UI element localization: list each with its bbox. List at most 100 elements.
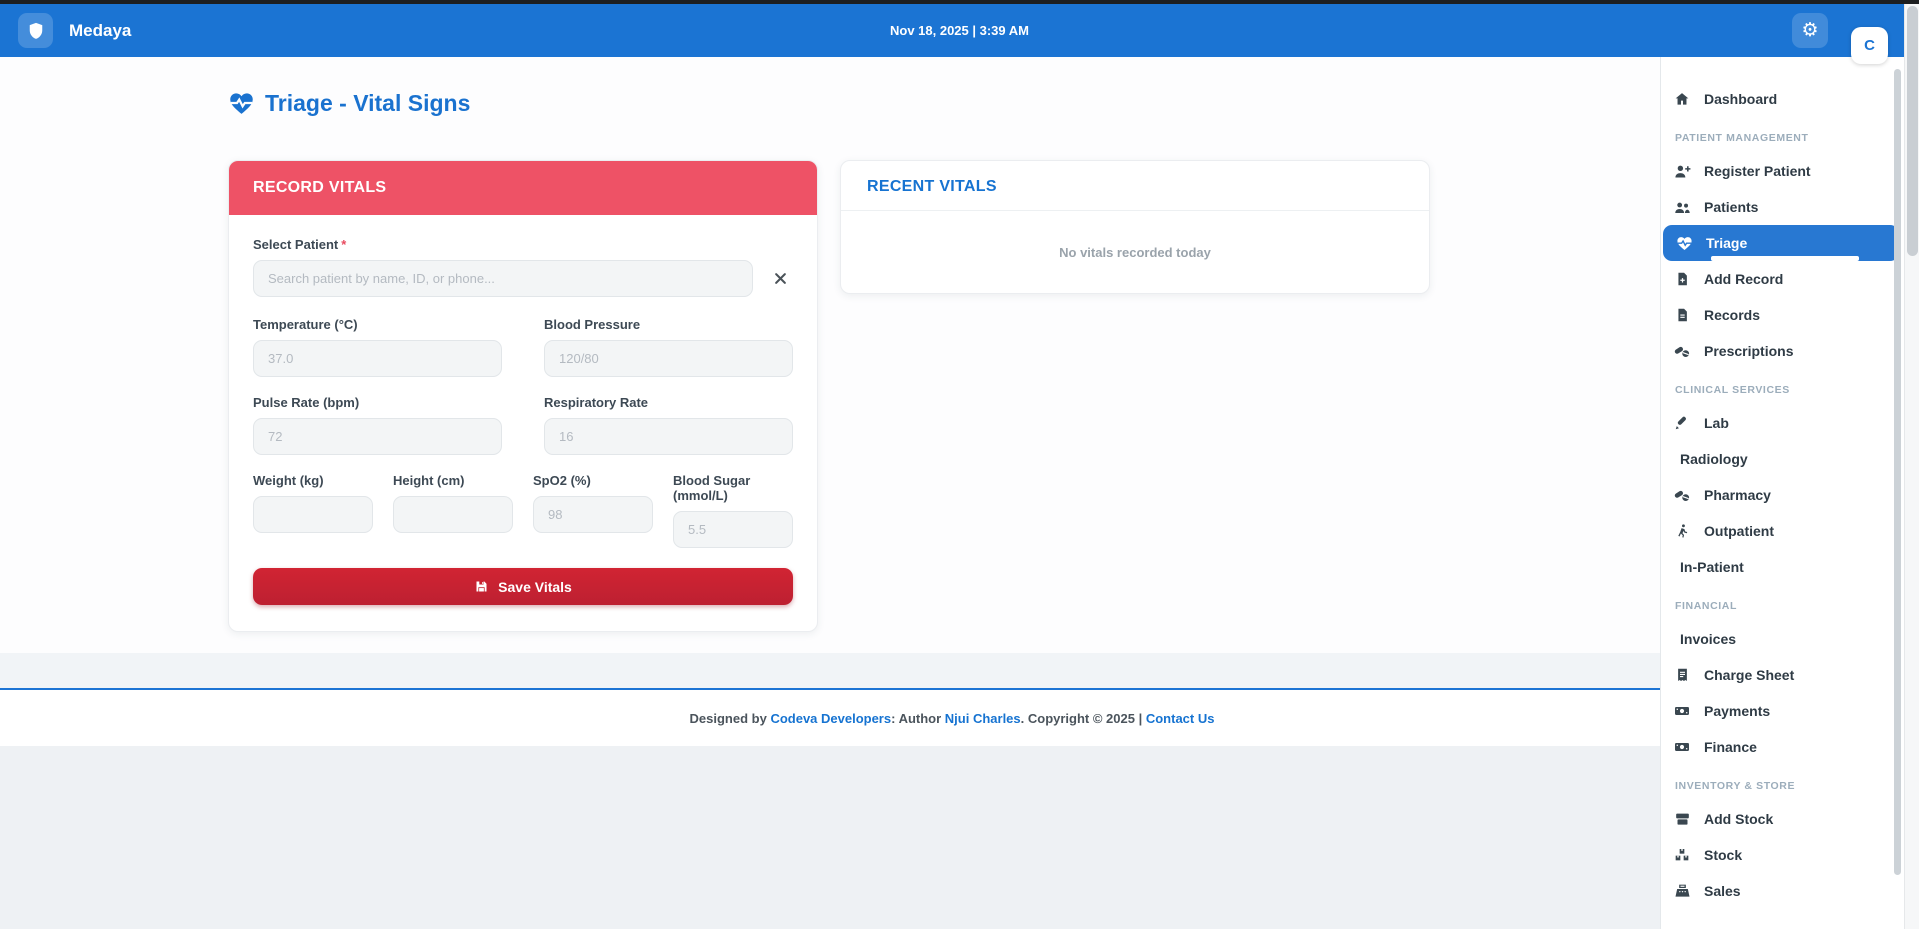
sidebar-item-records[interactable]: Records — [1661, 297, 1904, 333]
sidebar-item-in-patient[interactable]: In-Patient — [1661, 549, 1904, 585]
blood-pressure-label: Blood Pressure — [544, 317, 793, 332]
sidebar-section-inventory-store: INVENTORY & STORE — [1661, 765, 1904, 801]
sidebar-section-financial: FINANCIAL — [1661, 585, 1904, 621]
weight-input[interactable] — [253, 496, 373, 533]
height-label: Height (cm) — [393, 473, 513, 488]
sidebar-item-add-record[interactable]: Add Record — [1661, 261, 1904, 297]
pulse-rate-label: Pulse Rate (bpm) — [253, 395, 502, 410]
weight-label: Weight (kg) — [253, 473, 373, 488]
footer: Designed by Codeva Developers: Author Nj… — [0, 690, 1904, 746]
temperature-field: Temperature (°C) — [253, 317, 502, 377]
sidebar-item-prescriptions[interactable]: Prescriptions — [1661, 333, 1904, 369]
record-vitals-card: RECORD VITALS Select Patient* Temperatur… — [228, 160, 818, 632]
box-icon — [1673, 811, 1691, 827]
sidebar-item-patients[interactable]: Patients — [1661, 189, 1904, 225]
sidebar-item-radiology[interactable]: Radiology — [1661, 441, 1904, 477]
record-vitals-header: RECORD VITALS — [229, 161, 817, 215]
recent-vitals-header: RECENT VITALS — [841, 161, 1429, 211]
sidebar-item-add-stock[interactable]: Add Stock — [1661, 801, 1904, 837]
sidebar-item-register-patient[interactable]: Register Patient — [1661, 153, 1904, 189]
vitals-row-2: Pulse Rate (bpm) Respiratory Rate — [253, 395, 793, 455]
sidebar-item-invoices[interactable]: Invoices — [1661, 621, 1904, 657]
sidebar-item-triage[interactable]: Triage — [1663, 225, 1899, 261]
save-icon — [474, 579, 489, 594]
contact-us-link[interactable]: Contact Us — [1146, 711, 1215, 726]
top-strip — [0, 0, 1919, 4]
required-asterisk: * — [341, 237, 346, 252]
blood-sugar-input[interactable] — [673, 511, 793, 548]
patient-search-row — [253, 260, 793, 297]
page-scrollbar-thumb[interactable] — [1907, 6, 1918, 256]
sidebar-item-payments[interactable]: Payments — [1661, 693, 1904, 729]
sidebar-section-patient-management: PATIENT MANAGEMENT — [1661, 117, 1904, 153]
blood-pressure-field: Blood Pressure — [544, 317, 793, 377]
sidebar-item-charge-sheet[interactable]: Charge Sheet — [1661, 657, 1904, 693]
gear-icon: ⚙ — [1801, 21, 1818, 40]
height-field: Height (cm) — [393, 473, 513, 548]
pills-icon — [1673, 487, 1691, 504]
respiratory-rate-input[interactable] — [544, 418, 793, 455]
user-plus-icon — [1673, 163, 1691, 180]
save-vitals-button[interactable]: Save Vitals — [253, 568, 793, 605]
sidebar-section-clinical-services: CLINICAL SERVICES — [1661, 369, 1904, 405]
select-patient-label: Select Patient* — [253, 237, 793, 252]
money-bill-icon — [1673, 703, 1691, 719]
file-plus-icon — [1673, 271, 1691, 287]
sidebar: Dashboard PATIENT MANAGEMENT Register Pa… — [1660, 57, 1904, 929]
heart-pulse-icon — [1675, 235, 1693, 252]
spo2-input[interactable] — [533, 496, 653, 533]
page-scrollbar[interactable] — [1904, 4, 1919, 929]
record-vitals-form: Select Patient* Temperature (°C) Blood P… — [229, 215, 817, 631]
spo2-field: SpO2 (%) — [533, 473, 653, 548]
footer-mid2: . Copyright © 2025 | — [1021, 711, 1146, 726]
pulse-rate-input[interactable] — [253, 418, 502, 455]
sidebar-item-lab[interactable]: Lab — [1661, 405, 1904, 441]
author-link[interactable]: Njui Charles — [945, 711, 1021, 726]
temperature-input[interactable] — [253, 340, 502, 377]
cubes-icon — [1673, 847, 1691, 863]
settings-button[interactable]: ⚙ — [1792, 13, 1828, 48]
recent-vitals-card: RECENT VITALS No vitals recorded today — [840, 160, 1430, 294]
footer-prefix: Designed by — [690, 711, 771, 726]
sidebar-item-stock[interactable]: Stock — [1661, 837, 1904, 873]
footer-mid1: : Author — [891, 711, 945, 726]
cash-register-icon — [1673, 883, 1691, 899]
topbar: Medaya Nov 18, 2025 | 3:39 AM ⚙ — [0, 4, 1919, 57]
app-title: Medaya — [69, 21, 131, 41]
brand-home-link[interactable]: Medaya — [18, 13, 131, 48]
sidebar-scrollbar-thumb[interactable] — [1894, 69, 1901, 875]
page-title-text: Triage - Vital Signs — [265, 90, 470, 117]
users-icon — [1673, 199, 1691, 216]
temperature-label: Temperature (°C) — [253, 317, 502, 332]
vial-icon — [1673, 415, 1691, 431]
close-icon — [773, 271, 788, 286]
footer-credits: Designed by Codeva Developers: Author Nj… — [690, 711, 1215, 726]
codeva-developers-link[interactable]: Codeva Developers — [770, 711, 891, 726]
blood-pressure-input[interactable] — [544, 340, 793, 377]
sidebar-item-pharmacy[interactable]: Pharmacy — [1661, 477, 1904, 513]
blood-sugar-label: Blood Sugar (mmol/L) — [673, 473, 793, 503]
sidebar-item-dashboard[interactable]: Dashboard — [1661, 81, 1904, 117]
shield-logo-icon — [18, 13, 53, 48]
vitals-row-1: Temperature (°C) Blood Pressure — [253, 317, 793, 377]
clear-search-button[interactable] — [769, 268, 791, 290]
recent-vitals-empty-state: No vitals recorded today — [841, 211, 1429, 293]
person-walking-icon — [1673, 523, 1691, 539]
datetime-display: Nov 18, 2025 | 3:39 AM — [0, 4, 1919, 57]
spo2-label: SpO2 (%) — [533, 473, 653, 488]
save-vitals-label: Save Vitals — [498, 579, 572, 595]
pills-icon — [1673, 343, 1691, 360]
receipt-icon — [1673, 667, 1691, 683]
vitals-row-3: Weight (kg) Height (cm) SpO2 (%) Blood S… — [253, 473, 793, 548]
patient-search-input[interactable] — [253, 260, 753, 297]
sidebar-item-outpatient[interactable]: Outpatient — [1661, 513, 1904, 549]
weight-field: Weight (kg) — [253, 473, 373, 548]
content-footer-gap — [0, 653, 1904, 688]
height-input[interactable] — [393, 496, 513, 533]
sidebar-item-finance[interactable]: Finance — [1661, 729, 1904, 765]
sidebar-item-sales[interactable]: Sales — [1661, 873, 1904, 909]
user-avatar[interactable]: C — [1851, 27, 1888, 64]
file-icon — [1673, 307, 1691, 323]
home-icon — [1673, 91, 1691, 107]
page-title: Triage - Vital Signs — [228, 90, 470, 117]
